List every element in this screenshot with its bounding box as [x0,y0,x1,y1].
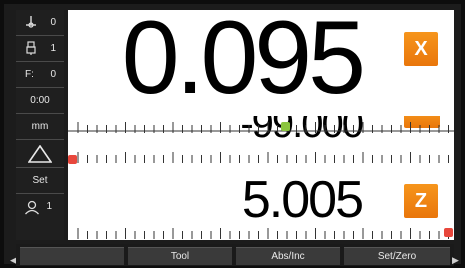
softkey-abs-inc[interactable]: Abs/Inc [236,247,340,265]
softkey-tool-label: Tool [170,251,190,262]
set-label: Set [32,175,48,186]
axis-y-position-marker [68,155,77,164]
stopwatch-status[interactable]: 0:00 [16,88,64,114]
axis-row-z: 5.005 Z [68,170,454,226]
stopwatch-value: 0:00 [30,95,50,106]
page-right-icon[interactable]: ▶ [452,255,459,266]
user-number: 1 [46,201,52,212]
softkey-tool[interactable]: Tool [128,247,232,265]
axis-z-scale-ticks [77,228,449,239]
status-sidebar: 0 1 F: 0 0:00 mm Set 1 [16,10,64,240]
datum-status[interactable]: 0 [16,10,64,36]
axis-y-scale-ticks [77,152,449,163]
axis-x-position-marker [281,122,290,131]
user-status[interactable]: 1 [16,194,64,222]
axis-x-scale [68,120,454,136]
axis-x-button[interactable]: X [404,32,438,66]
tool-icon [26,41,36,55]
feed-label: F: [25,69,34,80]
softkey-abs-inc-label: Abs/Inc [271,251,305,262]
user-icon [25,200,39,215]
set-status[interactable]: Set [16,168,64,194]
delta-status[interactable] [16,140,64,168]
axis-y-scale [68,150,454,166]
feed-value: 0 [50,69,56,80]
axis-row-x: 0.095 X [68,10,454,116]
units-status[interactable]: mm [16,114,64,140]
softkey-set-zero-label: Set/Zero [377,251,417,262]
axis-x-value: 0.095 [121,10,366,116]
softkey-1[interactable] [20,247,124,265]
tool-number: 1 [50,43,56,54]
axis-z-label: Z [414,189,428,212]
axis-z-position-marker [444,228,453,237]
delta-icon [28,145,52,163]
axis-readout: -99.000 Y 0.095 X 5.005 Z [68,10,454,240]
softkey-bar: Tool Abs/Inc Set/Zero [16,244,454,266]
axis-z-scale [68,226,454,240]
axis-x-scale-ticks [68,122,454,133]
axis-z-button[interactable]: Z [404,184,438,218]
feed-status: F: 0 [16,62,64,88]
axis-x-label: X [414,37,428,60]
datum-number: 0 [50,17,56,28]
units-value: mm [31,121,49,132]
axis-z-value: 5.005 [241,171,364,229]
tool-status[interactable]: 1 [16,36,64,62]
datum-icon [26,16,36,28]
softkey-set-zero[interactable]: Set/Zero [344,247,450,265]
